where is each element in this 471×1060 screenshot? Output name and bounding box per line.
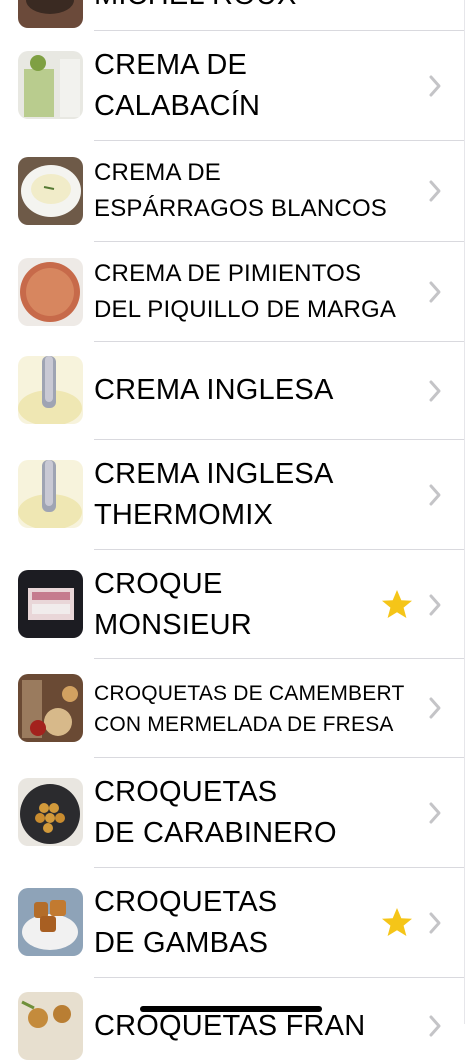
- recipe-row[interactable]: MICHEL ROUX: [0, 0, 471, 30]
- recipe-row[interactable]: CROQUETAS DE CARABINERO: [0, 758, 471, 867]
- sandwich-icon: [18, 570, 83, 638]
- pepper-cream-icon: [18, 258, 83, 326]
- recipe-title: CROQUETAS DE CARABINERO: [94, 776, 337, 849]
- chevron-right-icon: [429, 180, 441, 202]
- chevron-right-icon: [429, 1015, 441, 1037]
- chevron-right-icon: [429, 802, 441, 824]
- recipe-row[interactable]: CREMA INGLESA THERMOMIX: [0, 440, 471, 549]
- chevron-right-icon: [429, 912, 441, 934]
- favorite-star-icon[interactable]: [380, 906, 414, 940]
- custard-icon: [18, 356, 83, 424]
- recipe-row[interactable]: CREMA DE PIMIENTOS DEL PIQUILLO DE MARGA: [0, 242, 471, 341]
- chevron-right-icon: [429, 697, 441, 719]
- recipe-row[interactable]: CROQUETAS DE CAMEMBERT CON MERMELADA DE …: [0, 659, 471, 757]
- custard-icon: [18, 460, 83, 528]
- home-indicator[interactable]: [140, 1006, 322, 1012]
- chevron-right-icon: [429, 380, 441, 402]
- zucchini-cream-icon: [18, 51, 83, 119]
- recipe-row[interactable]: CROQUETAS DE GAMBAS: [0, 868, 471, 977]
- chevron-right-icon: [429, 484, 441, 506]
- recipe-row[interactable]: CREMA DE CALABACÍN: [0, 31, 471, 140]
- recipe-title: CROQUETAS DE CAMEMBERT CON MERMELADA DE …: [94, 682, 405, 736]
- chevron-right-icon: [429, 594, 441, 616]
- recipe-title: CROQUETAS FRAN: [94, 1010, 366, 1042]
- recipe-title: MICHEL ROUX: [94, 0, 394, 16]
- chevron-right-icon: [429, 281, 441, 303]
- cake-icon: [18, 0, 83, 28]
- recipe-title: CROQUE MONSIEUR: [94, 568, 252, 641]
- recipe-row[interactable]: CREMA DE ESPÁRRAGOS BLANCOS: [0, 141, 471, 241]
- recipe-title: CREMA DE PIMIENTOS DEL PIQUILLO DE MARGA: [94, 260, 397, 323]
- recipe-row[interactable]: CROQUE MONSIEUR: [0, 550, 471, 658]
- scroll-edge: [464, 0, 465, 1024]
- recipe-row[interactable]: CROQUETAS FRAN: [0, 978, 471, 1060]
- recipe-title: CREMA DE ESPÁRRAGOS BLANCOS: [94, 159, 388, 222]
- recipe-title: CREMA INGLESA: [94, 374, 334, 406]
- chevron-right-icon: [429, 75, 441, 97]
- recipe-row[interactable]: CREMA INGLESA: [0, 342, 471, 439]
- croquettes-plate-icon: [18, 778, 83, 846]
- croquettes-bowl-icon: [18, 888, 83, 956]
- favorite-star-icon[interactable]: [380, 588, 414, 622]
- croquettes-icon: [18, 992, 83, 1060]
- asparagus-cream-icon: [18, 157, 83, 225]
- recipe-title: CREMA INGLESA THERMOMIX: [94, 458, 334, 531]
- recipe-title: CROQUETAS DE GAMBAS: [94, 886, 278, 959]
- recipe-title: CREMA DE CALABACÍN: [94, 49, 261, 122]
- croquettes-jam-icon: [18, 674, 83, 742]
